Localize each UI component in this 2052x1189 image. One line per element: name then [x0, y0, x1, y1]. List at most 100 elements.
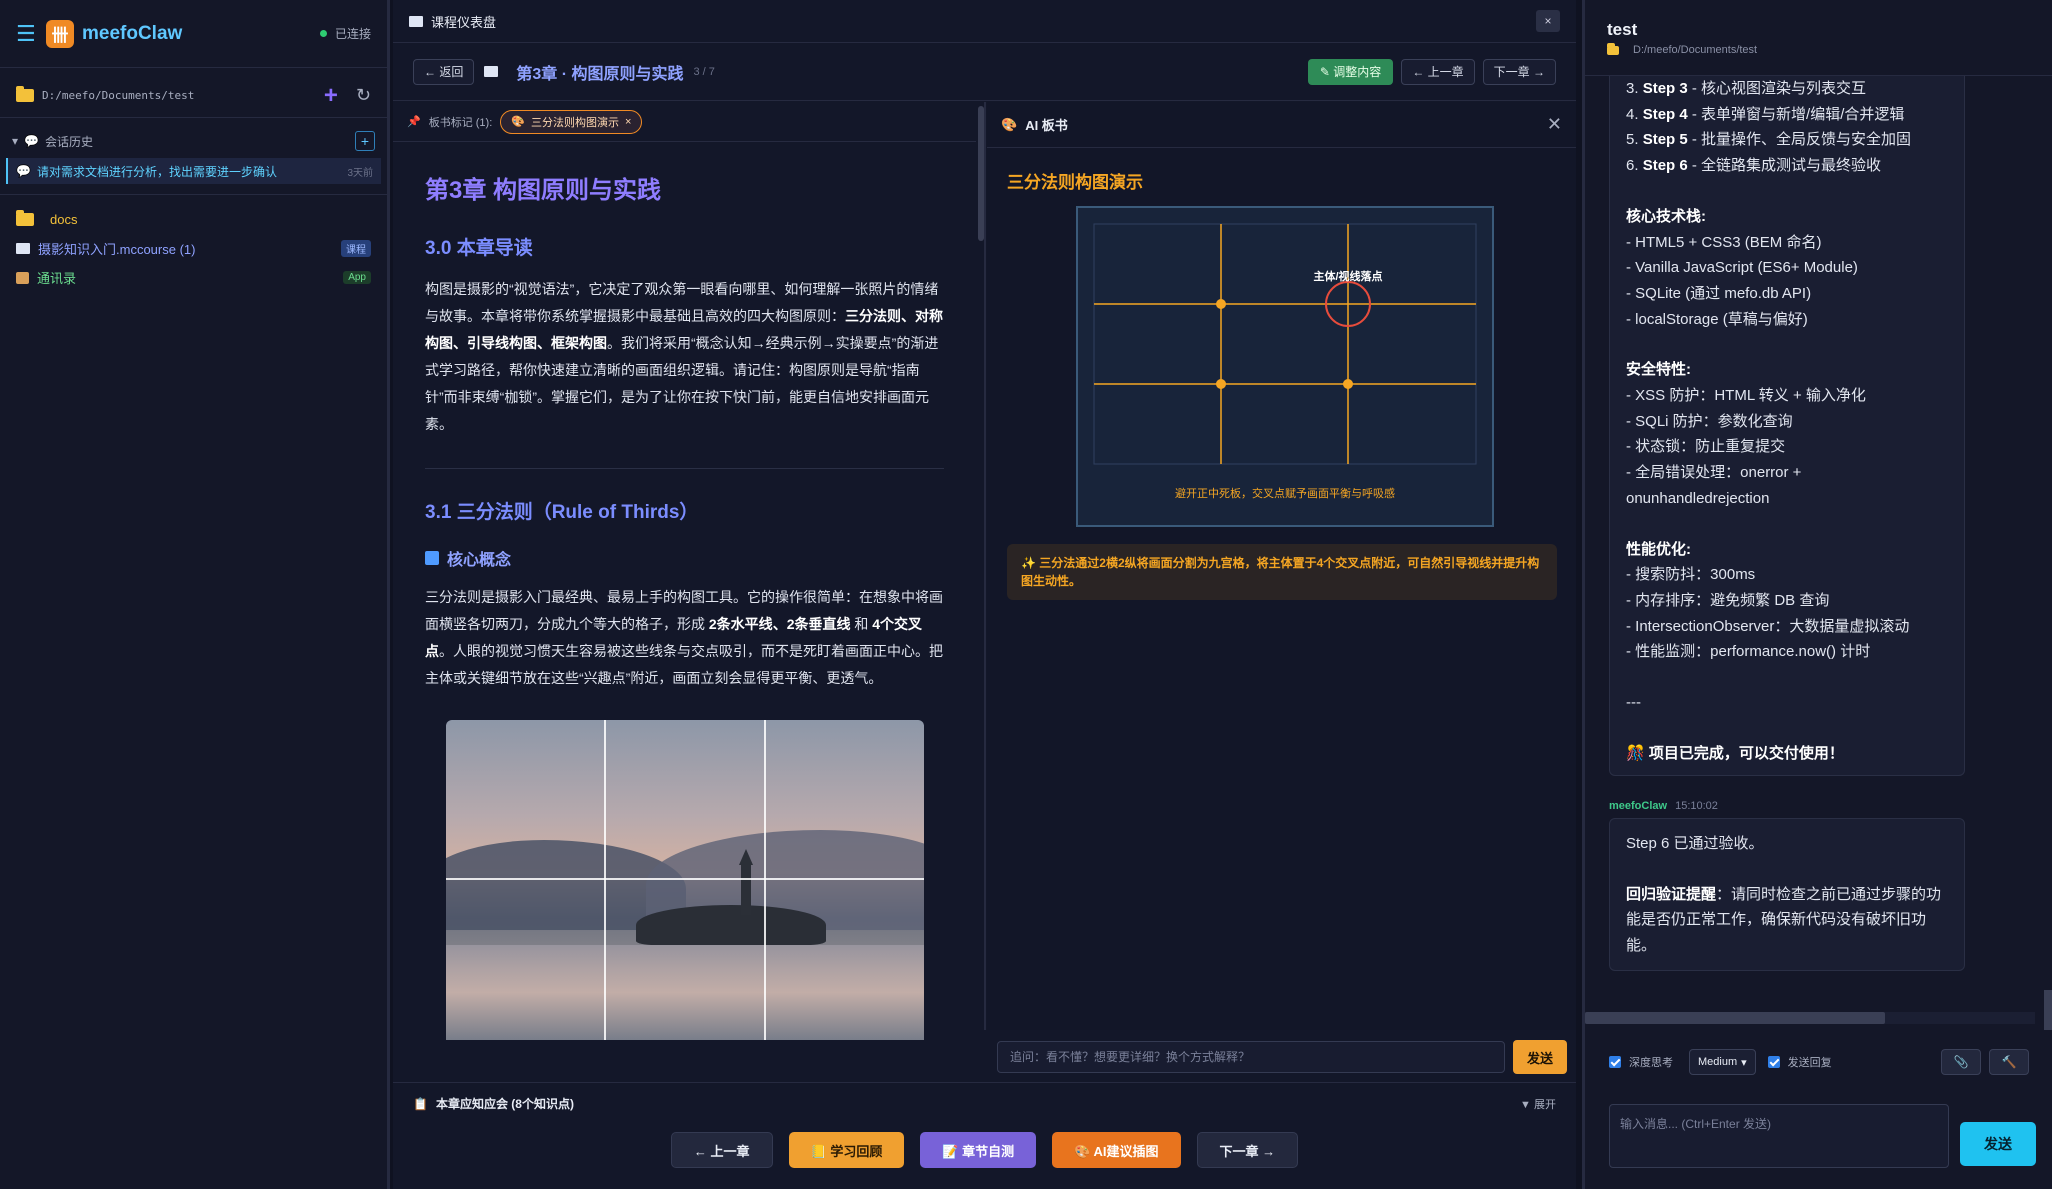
bottom-nav: ← 上一章 📒 学习回顾 📝 章节自测 🎨 AI建议插图 下一章 →	[393, 1124, 1576, 1176]
mark-chip-close-icon[interactable]: ×	[625, 116, 631, 128]
must-know-bar[interactable]: 📋 本章应知应会 (8个知识点) ▼ 展开	[393, 1082, 1576, 1124]
bold-text: Step 6	[1642, 157, 1688, 175]
workspace-path: D:/meefo/Documents/test	[42, 89, 195, 102]
bottom-prev-button[interactable]: ← 上一章	[670, 1132, 773, 1168]
ai-board-header: 🎨 AI 板书 ✕	[987, 102, 1576, 148]
text: 3.	[1626, 80, 1643, 97]
message-step: 6. Step 6 - 全链路集成测试与最终验收	[1626, 153, 1948, 179]
file-item-contacts[interactable]: 通讯录 App	[0, 263, 387, 292]
package-icon	[16, 271, 29, 284]
adjust-label: 调整内容	[1333, 65, 1382, 79]
attach-icon[interactable]: 📎	[1941, 1049, 1981, 1075]
send-reply-checkbox[interactable]	[1767, 1056, 1780, 1068]
hammer-icon[interactable]: 🔨	[1989, 1049, 2029, 1075]
history-item-title: 请对需求文档进行分析，找出需要进一步确认	[36, 164, 277, 179]
message-meta: meefoClaw 15:10:02	[1609, 800, 1718, 812]
quiz-button[interactable]: 📝 章节自测	[920, 1132, 1037, 1168]
lake-shape	[445, 945, 924, 1040]
file-item-docs[interactable]: docs	[0, 205, 387, 234]
done-line: 🎊 项目已完成，可以交付使用！	[1626, 741, 1948, 767]
add-icon[interactable]: +	[324, 82, 338, 110]
subsection-heading: 核心概念	[425, 546, 944, 570]
file-tag: App	[343, 271, 371, 284]
close-icon[interactable]: ✕	[1547, 114, 1562, 135]
marks-label: 板书标记 (1):	[428, 116, 493, 129]
chevron-down-icon: ▾	[1741, 1056, 1747, 1069]
focus-label: 主体/视线落点	[1313, 269, 1382, 283]
back-button[interactable]: ← 返回	[413, 58, 475, 85]
section-heading-3-0: 3.0 本章导读	[425, 238, 533, 259]
course-dashboard: 课程仪表盘 × ← 返回 第3章 · 构图原则与实践 3 / 7 ✎ 调整内容 …	[393, 0, 1576, 1189]
status-dot-icon	[319, 30, 327, 37]
board-summary-note: ✨ 三分法通过2横2纵将画面分割为九宫格，将主体置于4个交叉点附近，可自然引导视…	[1007, 544, 1557, 600]
text: 和	[850, 616, 873, 632]
history-item-time: 3天前	[347, 167, 373, 179]
file-name: 通讯录	[37, 271, 77, 286]
pin-icon: 📌	[407, 116, 421, 128]
line: - 内存排序：避免频繁 DB 查询	[1626, 591, 1830, 609]
message-step: 4. Step 4 - 表单弹窗与新增/编辑/合并逻辑	[1626, 102, 1948, 128]
history-header[interactable]: ▾ 💬 会话历史 +	[0, 126, 387, 156]
core-paragraph: 三分法则是摄影入门最经典、最易上手的构图工具。它的操作很简单：在想象中将画面横竖…	[425, 584, 944, 692]
ask-send-button[interactable]: 发送	[1512, 1040, 1567, 1074]
pane-splitter[interactable]	[984, 102, 986, 1030]
mark-chip[interactable]: 🎨 三分法则构图演示 ×	[500, 109, 643, 134]
line: - SQLi 防护：参数化查询	[1626, 412, 1793, 430]
reader-content: 第3章 构图原则与实践 3.0 本章导读 构图是摄影的“视觉语法”，它决定了观众…	[393, 142, 976, 1082]
close-button[interactable]: ×	[1536, 10, 1560, 32]
review-button[interactable]: 📒 学习回顾	[788, 1132, 905, 1168]
expand-toggle[interactable]: ▼ 展开	[1520, 1096, 1556, 1112]
bold-text: 核心技术栈:	[1626, 207, 1706, 225]
message-step: 3. Step 3 - 核心视图渲染与列表交互	[1626, 76, 1948, 102]
menu-icon[interactable]: ☰	[16, 21, 46, 47]
send-reply-label: 发送回复	[1787, 1057, 1832, 1069]
file-name: docs	[50, 212, 78, 227]
bold-text: 安全特性:	[1626, 361, 1691, 379]
message-input[interactable]	[1609, 1104, 1949, 1168]
vertical-scrollbar-thumb[interactable]	[2044, 990, 2052, 1030]
section-heading-3-1: 3.1 三分法则（Rule of Thirds）	[425, 502, 699, 523]
section-title: 核心技术栈:	[1626, 204, 1948, 230]
chapter-title: 第3章 · 构图原则与实践	[516, 65, 684, 83]
chapter-reader[interactable]: 📌 板书标记 (1): 🎨 三分法则构图演示 × 第3章 构图原则与实践 3.0…	[393, 102, 976, 1082]
book-icon	[425, 551, 439, 565]
send-button[interactable]: 发送	[1960, 1122, 2036, 1166]
ai-board-title: AI 板书	[1025, 118, 1068, 133]
folder-icon	[1607, 42, 1619, 55]
adjust-content-button[interactable]: ✎ 调整内容	[1307, 58, 1394, 85]
new-session-button[interactable]: +	[355, 131, 375, 151]
refresh-icon[interactable]: ↻	[356, 85, 371, 106]
file-name: 摄影知识入门.mccourse (1)	[38, 242, 196, 257]
deep-think-checkbox[interactable]	[1609, 1056, 1621, 1068]
bold-text: Step 3	[1642, 80, 1688, 97]
grid-line	[763, 720, 766, 1040]
scrollbar-thumb[interactable]	[1585, 1012, 1885, 1024]
ask-input[interactable]	[997, 1041, 1505, 1073]
chapter-toolbar: ← 返回 第3章 · 构图原则与实践 3 / 7 ✎ 调整内容 ← 上一章 下一…	[393, 43, 1576, 101]
line: - SQLite (通过 mefo.db API)	[1626, 284, 1812, 302]
church-tower-shape	[738, 849, 753, 915]
level-select[interactable]: Medium ▾	[1689, 1049, 1756, 1075]
history-item[interactable]: 💬 请对需求文档进行分析，找出需要进一步确认 3天前	[6, 158, 381, 184]
ai-illustration-button[interactable]: 🎨 AI建议插图	[1052, 1132, 1181, 1168]
bold-text: 回归验证提醒	[1626, 885, 1717, 903]
level-value: Medium	[1698, 1056, 1738, 1068]
must-know-label: 本章应知应会 (8个知识点)	[435, 1097, 574, 1111]
bottom-next-button[interactable]: 下一章 →	[1196, 1132, 1299, 1168]
horizontal-scrollbar[interactable]	[1585, 1012, 2035, 1024]
text: 。人眼的视觉习惯天生容易被这些线条与交点吸引，而不是死盯着画面正中心。把主体或关…	[425, 643, 943, 686]
line: onunhandledrejection	[1626, 489, 1770, 507]
chat-bubble-icon: 💬	[24, 134, 39, 148]
file-item-course[interactable]: 摄影知识入门.mccourse (1) 课程	[0, 234, 387, 263]
prev-chapter-button[interactable]: ← 上一章	[1401, 58, 1475, 85]
notebook-icon: 📒	[810, 1143, 831, 1159]
board-diagram-title: 三分法则构图演示	[1007, 173, 1143, 192]
file-tag: 课程	[341, 240, 371, 257]
line: - 搜索防抖：300ms	[1626, 566, 1756, 584]
text: - 表单弹窗与新增/编辑/合并逻辑	[1687, 105, 1905, 123]
message-time: 15:10:02	[1675, 800, 1718, 812]
island-shape	[635, 905, 826, 945]
folder-icon	[16, 210, 34, 226]
chat-path-text: D:/meefo/Documents/test	[1633, 44, 1758, 56]
next-chapter-button[interactable]: 下一章 →	[1482, 58, 1556, 85]
